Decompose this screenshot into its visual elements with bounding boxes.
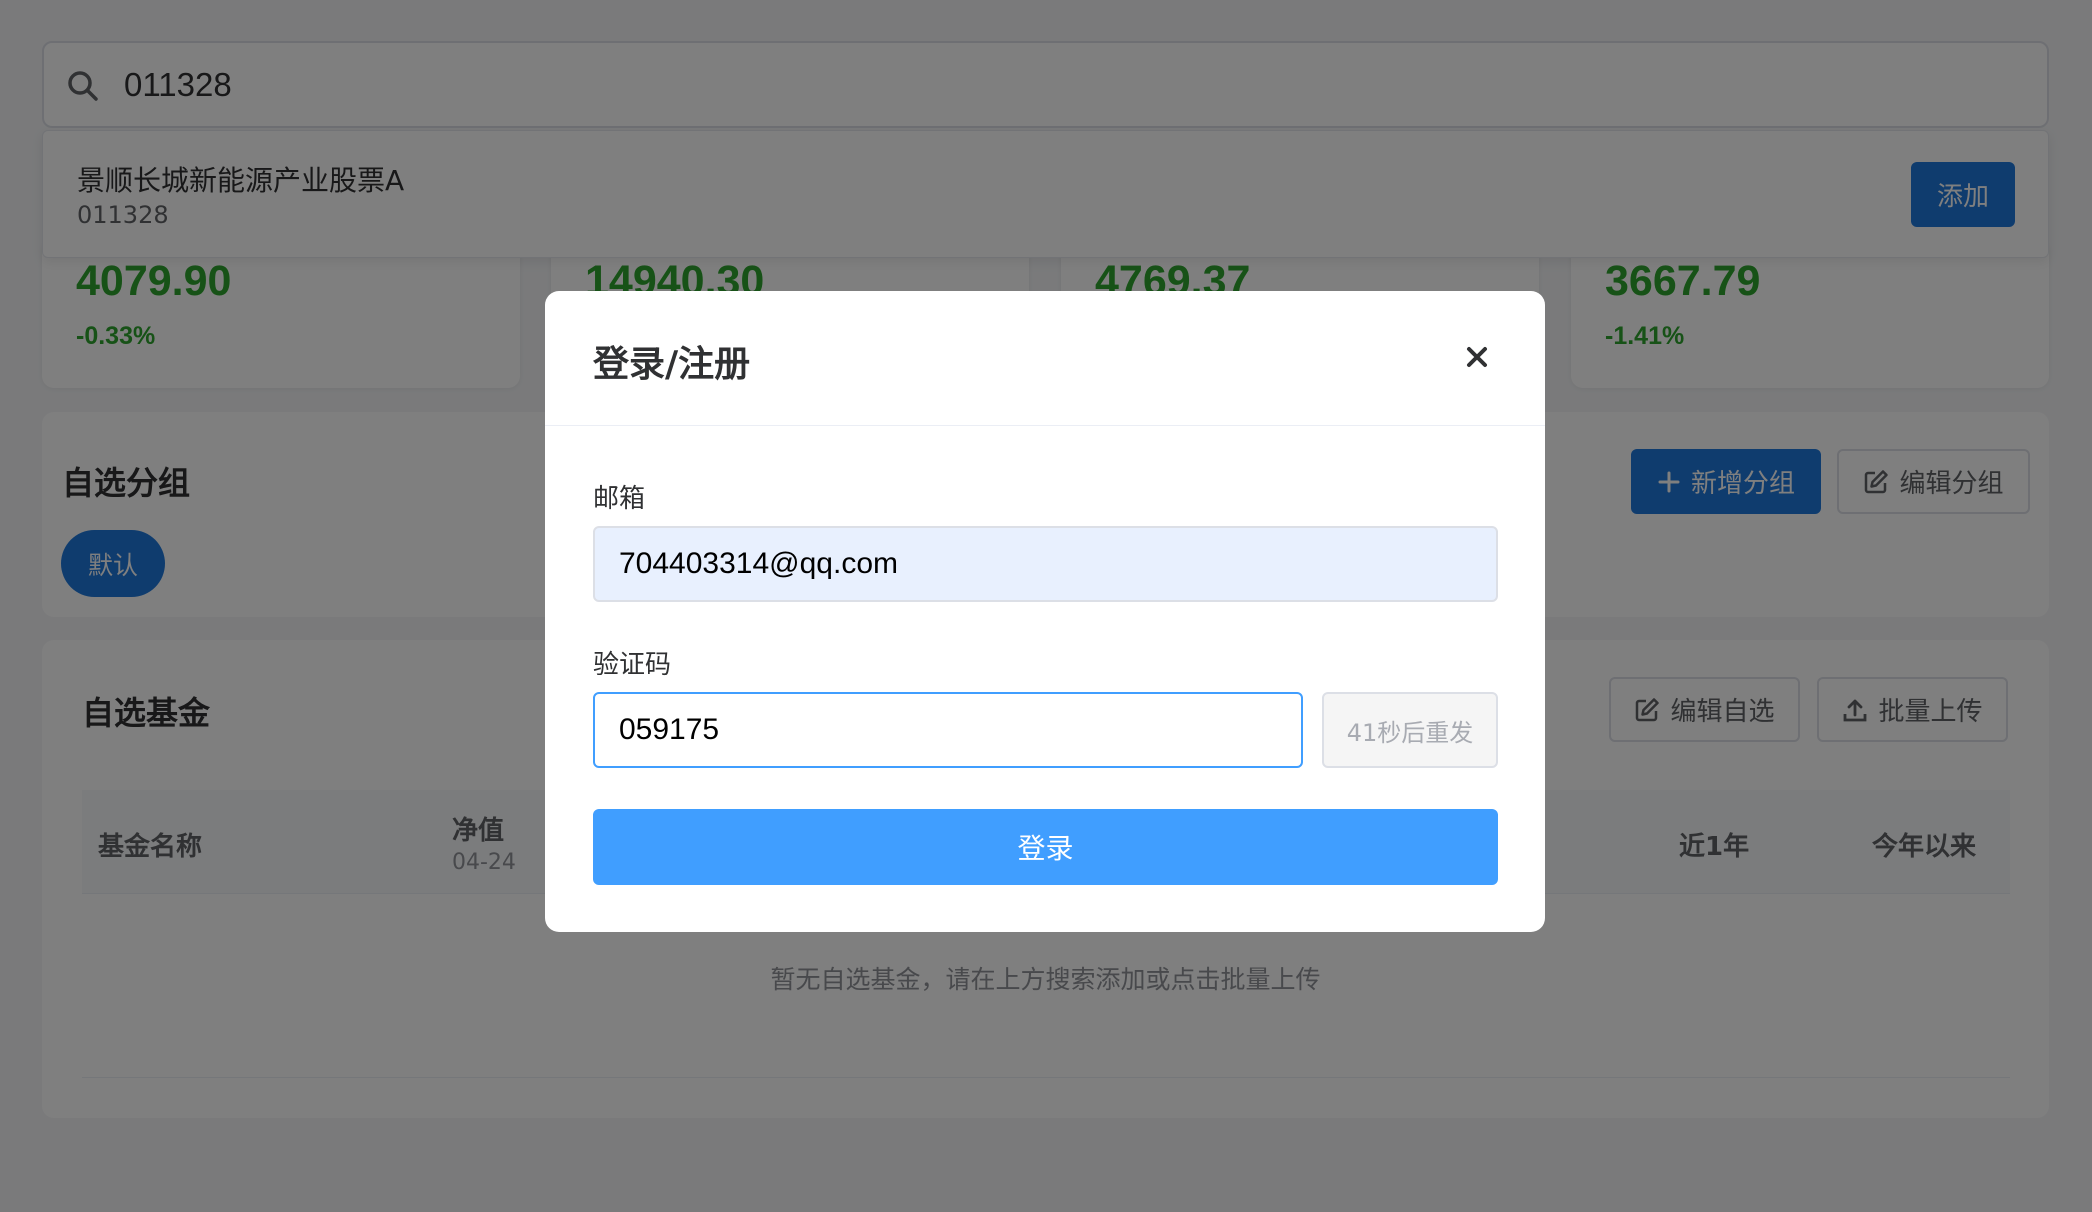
login-modal: 登录/注册 邮箱 验证码 41秒后重发 登录: [545, 291, 1545, 932]
modal-divider: [545, 425, 1545, 426]
modal-title: 登录/注册: [593, 344, 751, 385]
close-icon[interactable]: [1457, 337, 1497, 377]
verification-code-field[interactable]: [593, 692, 1303, 768]
code-label: 验证码: [593, 650, 672, 680]
resend-code-button[interactable]: 41秒后重发: [1322, 692, 1498, 768]
email-label: 邮箱: [593, 484, 646, 514]
page: 4079.90 -0.33% 14940.30 4769.37 3667.79 …: [0, 0, 2092, 1212]
login-button[interactable]: 登录: [593, 809, 1498, 885]
email-field[interactable]: [593, 526, 1498, 602]
